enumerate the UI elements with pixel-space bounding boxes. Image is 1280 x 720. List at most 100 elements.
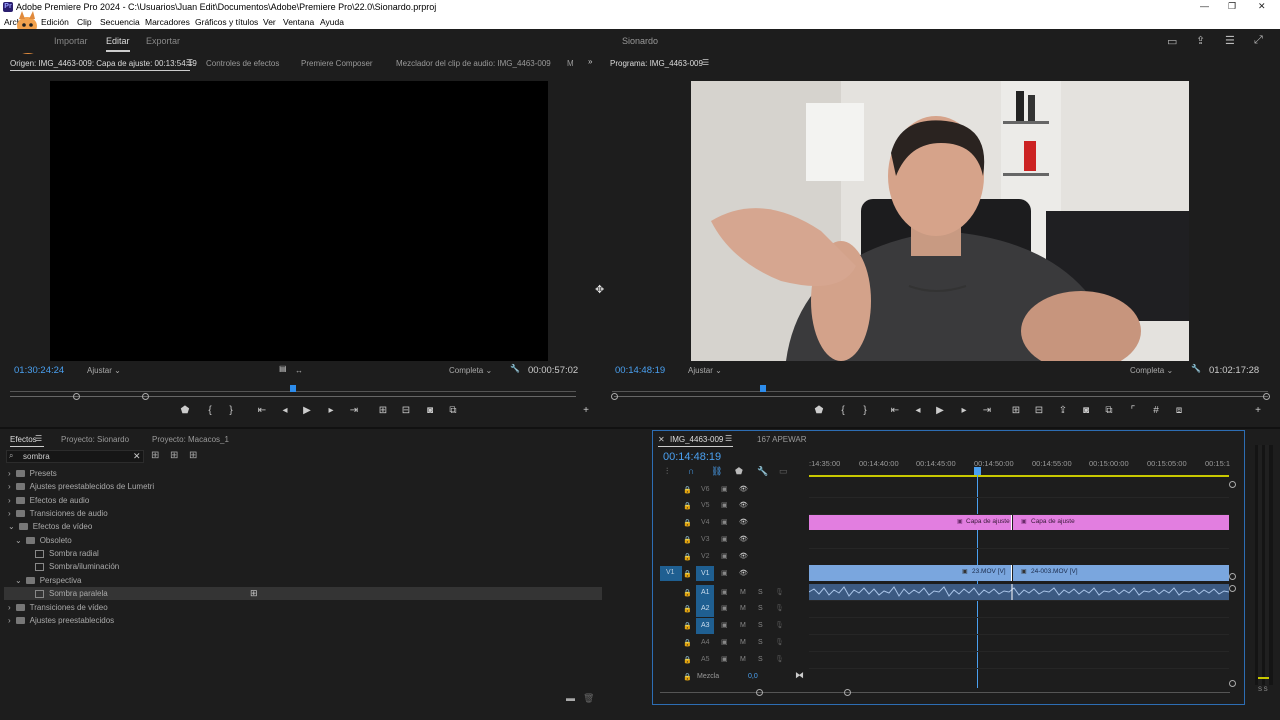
delete-icon[interactable]: 🗑: [583, 693, 594, 704]
nest-icon[interactable]: ⫶: [666, 466, 668, 477]
tabs-overflow-icon[interactable]: »: [588, 57, 592, 66]
tab-effect-controls[interactable]: Controles de efectos: [206, 59, 279, 68]
voiceover-mic-icon[interactable]: 🎙: [775, 638, 784, 646]
program-play-icon[interactable]: ▶: [932, 405, 948, 416]
track-eye-icon[interactable]: 👁: [739, 569, 748, 577]
timeline-zoom-handle-left[interactable]: [756, 689, 763, 696]
track-sync-icon[interactable]: ▣: [721, 621, 728, 629]
track-sync-icon[interactable]: ▣: [721, 501, 728, 509]
tree-item-audio-transitions[interactable]: › Transiciones de audio: [8, 507, 108, 520]
tree-item-sombra-radial[interactable]: Sombra radial: [35, 547, 99, 560]
track-eye-icon[interactable]: 👁: [739, 552, 748, 560]
menu-secuencia[interactable]: Secuencia: [100, 17, 140, 27]
source-zoom-handle-right[interactable]: [142, 393, 149, 400]
vertical-scroll-bottom[interactable]: [1229, 680, 1236, 687]
menu-ver[interactable]: Ver: [263, 17, 276, 27]
source-zoom-bar[interactable]: [10, 396, 576, 397]
menu-graficos[interactable]: Gráficos y títulos: [195, 17, 258, 27]
source-monitor-viewer[interactable]: [50, 81, 548, 361]
clip-adjustment-layer-b[interactable]: ▣ Capa de ajuste: [1013, 515, 1229, 530]
tree-item-sombra-iluminacion[interactable]: Sombra/iluminación: [35, 560, 119, 573]
mute-button[interactable]: M: [740, 589, 746, 596]
tree-item-presets[interactable]: › Presets: [8, 467, 57, 480]
menu-ayuda[interactable]: Ayuda: [320, 17, 344, 27]
program-camera-icon[interactable]: ◙: [1078, 405, 1094, 416]
panel-resize-handle-icon[interactable]: ✥: [595, 283, 604, 296]
program-zoom-handle-right[interactable]: [1263, 393, 1270, 400]
tree-item-obsoleto[interactable]: ⌄ Obsoleto: [15, 534, 72, 547]
go-to-out-icon[interactable]: ⇥: [346, 405, 362, 416]
program-wrench-icon[interactable]: 🔧: [1191, 364, 1201, 373]
export-frame-icon[interactable]: ◙: [422, 405, 438, 416]
program-add-marker-icon[interactable]: ⬟: [811, 405, 827, 416]
source-quality-dropdown[interactable]: Completa ⌄: [449, 366, 492, 375]
solo-button[interactable]: S: [758, 589, 763, 596]
mute-button[interactable]: M: [740, 622, 746, 629]
source-settings-icon[interactable]: ▤: [279, 364, 287, 373]
track-lock-icon[interactable]: 🔒: [683, 656, 692, 664]
voiceover-mic-icon[interactable]: 🎙: [775, 655, 784, 663]
source-wrench-icon[interactable]: 🔧: [510, 364, 520, 373]
play-icon[interactable]: ▶: [299, 405, 315, 416]
program-go-to-in-icon[interactable]: ⇤: [887, 405, 903, 416]
tab-sequence-img[interactable]: IMG_4463-009: [670, 435, 723, 444]
track-lock-icon[interactable]: 🔒: [683, 605, 692, 613]
program-step-back-icon[interactable]: ◂: [910, 405, 926, 416]
timeline-ruler[interactable]: :14:35:00 00:14:40:00 00:14:45:00 00:14:…: [809, 455, 1230, 477]
track-lock-icon[interactable]: 🔒: [683, 486, 692, 494]
mark-out-icon[interactable]: }: [223, 405, 239, 416]
new-bin-icon[interactable]: ▬: [566, 693, 575, 703]
program-multicam-icon[interactable]: ⧈: [1171, 405, 1187, 416]
tab-source[interactable]: Origen: IMG_4463-009: Capa de ajuste: 00…: [10, 59, 197, 68]
timeline-zoom-bar[interactable]: [660, 692, 1230, 693]
vertical-scroll-divider[interactable]: [1229, 573, 1236, 580]
track-lock-icon[interactable]: 🔒: [683, 589, 692, 597]
vertical-scroll-divider-2[interactable]: [1229, 585, 1236, 592]
track-eye-icon[interactable]: 👁: [739, 501, 748, 509]
track-sync-icon[interactable]: ▣: [721, 552, 728, 560]
program-monitor-viewer[interactable]: [691, 81, 1189, 361]
mute-button[interactable]: M: [740, 639, 746, 646]
track-lock-icon[interactable]: 🔒: [683, 519, 692, 527]
timeline-timecode[interactable]: 00:14:48:19: [663, 451, 721, 463]
tab-effects[interactable]: Efectos: [10, 435, 37, 444]
timeline-marker-icon[interactable]: ⬟: [735, 466, 743, 477]
source-fit-dropdown[interactable]: Ajustar ⌄: [87, 366, 121, 375]
accelerated-effects-icon[interactable]: ⊞: [151, 450, 159, 461]
close-sequence-icon[interactable]: ✕: [658, 435, 665, 444]
close-window-button[interactable]: ✕: [1258, 1, 1266, 12]
track-sync-icon[interactable]: ▣: [721, 569, 728, 577]
meter-solo-labels[interactable]: S S: [1258, 687, 1268, 693]
tree-item-video-effects[interactable]: ⌄ Efectos de vídeo: [8, 520, 92, 533]
source-add-button-icon[interactable]: +: [578, 405, 594, 416]
program-zoom-handle-left[interactable]: [611, 393, 618, 400]
tab-more[interactable]: M: [567, 59, 574, 68]
source-menu-icon[interactable]: ☰: [186, 58, 193, 67]
work-area-bar[interactable]: [809, 475, 1229, 477]
tab-sequence-apewar[interactable]: 167 APEWAR: [757, 435, 807, 444]
menu-ventana[interactable]: Ventana: [283, 17, 314, 27]
track-lock-icon[interactable]: 🔒: [683, 536, 692, 544]
program-fit-dropdown[interactable]: Ajustar ⌄: [688, 366, 722, 375]
program-timecode[interactable]: 00:14:48:19: [615, 365, 665, 376]
menu-marcadores[interactable]: Marcadores: [145, 17, 190, 27]
track-lock-icon[interactable]: 🔒: [683, 622, 692, 630]
track-eye-icon[interactable]: 👁: [739, 518, 748, 526]
track-sync-icon[interactable]: ▣: [721, 535, 728, 543]
tree-item-video-transitions[interactable]: › Transiciones de vídeo: [8, 601, 108, 614]
track-sync-icon[interactable]: ▣: [721, 518, 728, 526]
program-playhead[interactable]: [759, 385, 766, 392]
voiceover-mic-icon[interactable]: 🎙: [775, 588, 784, 596]
voiceover-mic-icon[interactable]: 🎙: [775, 604, 784, 612]
mute-button[interactable]: M: [740, 605, 746, 612]
source-zoom-handle-left[interactable]: [73, 393, 80, 400]
snap-icon[interactable]: ∩: [688, 466, 694, 476]
maximize-button[interactable]: ❐: [1228, 1, 1236, 12]
step-forward-icon[interactable]: ▸: [323, 405, 339, 416]
program-quality-dropdown[interactable]: Completa ⌄: [1130, 366, 1173, 375]
program-go-to-out-icon[interactable]: ⇥: [979, 405, 995, 416]
program-step-forward-icon[interactable]: ▸: [956, 405, 972, 416]
program-menu-icon[interactable]: ☰: [702, 58, 709, 67]
track-sync-icon[interactable]: ▣: [721, 604, 728, 612]
clear-search-icon[interactable]: ✕: [133, 451, 141, 462]
